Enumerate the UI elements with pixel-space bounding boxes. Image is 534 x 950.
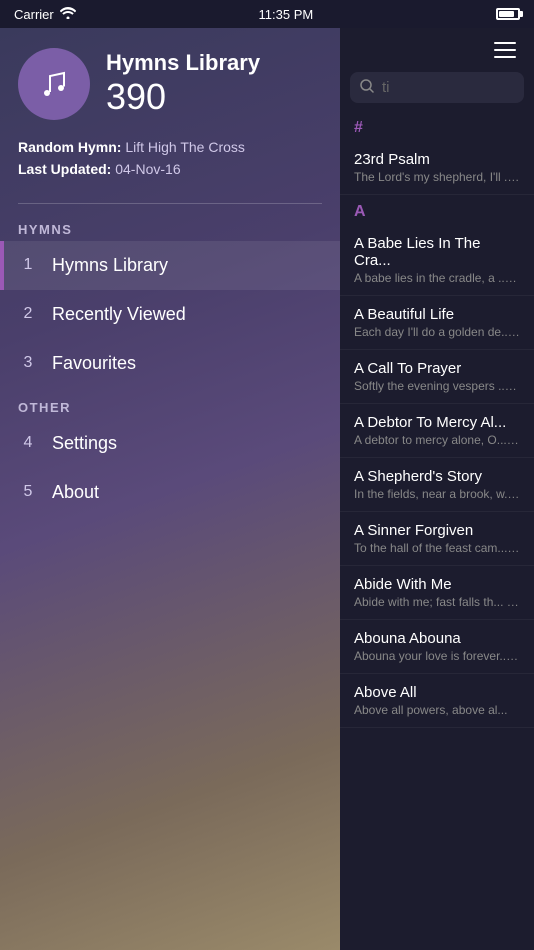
hymn-item[interactable]: A Call To Prayer Softly the evening vespe… — [340, 350, 534, 404]
random-hymn-label: Random Hymn: — [18, 139, 121, 155]
section-letter-a: A — [340, 195, 534, 225]
hymn-title: A Babe Lies In The Cra... — [354, 235, 520, 269]
hamburger-line-1 — [494, 42, 516, 44]
right-panel: ti #23rd Psalm The Lord's my shepherd, I'… — [340, 28, 534, 950]
hymn-snippet: In the fields, near a brook, w... filled… — [354, 487, 520, 501]
hymn-item[interactable]: Abouna Abouna Abouna your love is forever… — [340, 620, 534, 674]
hymn-title: Abouna Abouna — [354, 630, 520, 647]
search-icon — [360, 79, 374, 96]
search-input[interactable]: ti — [382, 79, 514, 96]
header-text: Hymns Library 390 — [106, 50, 260, 118]
random-hymn-line: Random Hymn: Lift High The Cross — [18, 136, 322, 158]
hymns-section-label: HYMNS — [0, 216, 340, 241]
app-icon — [18, 48, 90, 120]
hymn-snippet: A babe lies in the cradle, a ... shineth… — [354, 271, 520, 285]
nav-label-settings: Settings — [52, 433, 117, 454]
main-layout: Hymns Library 390 Random Hymn: Lift High… — [0, 28, 534, 950]
hymn-snippet: A debtor to mercy alone, O... God's righ… — [354, 433, 520, 447]
hymn-snippet: To the hall of the feast cam... that Jes… — [354, 541, 520, 555]
hymn-title: A Sinner Forgiven — [354, 522, 520, 539]
search-bar[interactable]: ti — [350, 72, 524, 103]
nav-number-3: 3 — [18, 354, 38, 372]
hymn-snippet: Above all powers, above al... — [354, 703, 520, 717]
hymn-item[interactable]: A Babe Lies In The Cra... A babe lies in … — [340, 225, 534, 296]
nav-label-about: About — [52, 482, 99, 503]
nav-label-recently-viewed: Recently Viewed — [52, 304, 186, 325]
hamburger-button[interactable] — [490, 38, 520, 62]
hymn-snippet: Softly the evening vespers ... Savior wh… — [354, 379, 520, 393]
hymn-item[interactable]: A Beautiful Life Each day I'll do a golde… — [340, 296, 534, 350]
status-bar: Carrier 11:35 PM — [0, 0, 534, 28]
section-letter-#: # — [340, 111, 534, 141]
status-left: Carrier — [14, 7, 76, 22]
hymn-title: Above All — [354, 684, 520, 701]
hymn-item[interactable]: A Sinner Forgiven To the hall of the feas… — [340, 512, 534, 566]
nav-label-hymns-library: Hymns Library — [52, 255, 168, 276]
last-updated-line: Last Updated: 04-Nov-16 — [18, 158, 322, 180]
divider — [18, 203, 322, 204]
hymn-snippet: Abouna your love is forever... are wrong… — [354, 649, 520, 663]
nav-item-settings[interactable]: 4 Settings — [0, 419, 340, 468]
last-updated-value: 04-Nov-16 — [115, 161, 180, 177]
hymn-title: A Beautiful Life — [354, 306, 520, 323]
hymn-snippet: Abide with me; fast falls th... with me … — [354, 595, 520, 609]
hymn-title: 23rd Psalm — [354, 151, 520, 168]
hymn-snippet: Each day I'll do a golden de... life on … — [354, 325, 520, 339]
other-section-label: OTHER — [0, 394, 340, 419]
hymn-title: A Call To Prayer — [354, 360, 520, 377]
sidebar-header: Hymns Library 390 — [0, 28, 340, 136]
nav-item-hymns-library[interactable]: 1 Hymns Library — [0, 241, 340, 290]
hamburger-line-2 — [494, 49, 516, 51]
wifi-icon — [60, 7, 76, 22]
hymn-title: A Debtor To Mercy Al... — [354, 414, 520, 431]
hymn-item[interactable]: Abide With Me Abide with me; fast falls t… — [340, 566, 534, 620]
random-hymn-value: Lift High The Cross — [125, 139, 245, 155]
nav-item-about[interactable]: 5 About — [0, 468, 340, 517]
last-updated-label: Last Updated: — [18, 161, 111, 177]
nav-number-2: 2 — [18, 305, 38, 323]
nav-label-favourites: Favourites — [52, 353, 136, 374]
hymn-count: 390 — [106, 76, 260, 118]
app-title: Hymns Library — [106, 50, 260, 76]
battery-icon — [496, 8, 520, 20]
time-text: 11:35 PM — [259, 7, 314, 22]
nav-number-4: 4 — [18, 434, 38, 452]
sidebar: Hymns Library 390 Random Hymn: Lift High… — [0, 28, 340, 950]
hymn-item[interactable]: A Debtor To Mercy Al... A debtor to mercy… — [340, 404, 534, 458]
hamburger-line-3 — [494, 56, 516, 58]
carrier-text: Carrier — [14, 7, 54, 22]
hymn-list: #23rd Psalm The Lord's my shepherd, I'll … — [340, 111, 534, 950]
nav-number-5: 5 — [18, 483, 38, 501]
nav-number-1: 1 — [18, 256, 38, 274]
right-header — [340, 28, 534, 72]
hymn-item[interactable]: Above All Above all powers, above al... — [340, 674, 534, 728]
hymn-title: A Shepherd's Story — [354, 468, 520, 485]
hymn-item[interactable]: A Shepherd's Story In the fields, near a … — [340, 458, 534, 512]
nav-item-favourites[interactable]: 3 Favourites — [0, 339, 340, 388]
hymn-snippet: The Lord's my shepherd, I'll ... pasture… — [354, 170, 520, 184]
sidebar-info: Random Hymn: Lift High The Cross Last Up… — [0, 136, 340, 195]
hymn-title: Abide With Me — [354, 576, 520, 593]
nav-item-recently-viewed[interactable]: 2 Recently Viewed — [0, 290, 340, 339]
hymn-item[interactable]: 23rd Psalm The Lord's my shepherd, I'll .… — [340, 141, 534, 195]
